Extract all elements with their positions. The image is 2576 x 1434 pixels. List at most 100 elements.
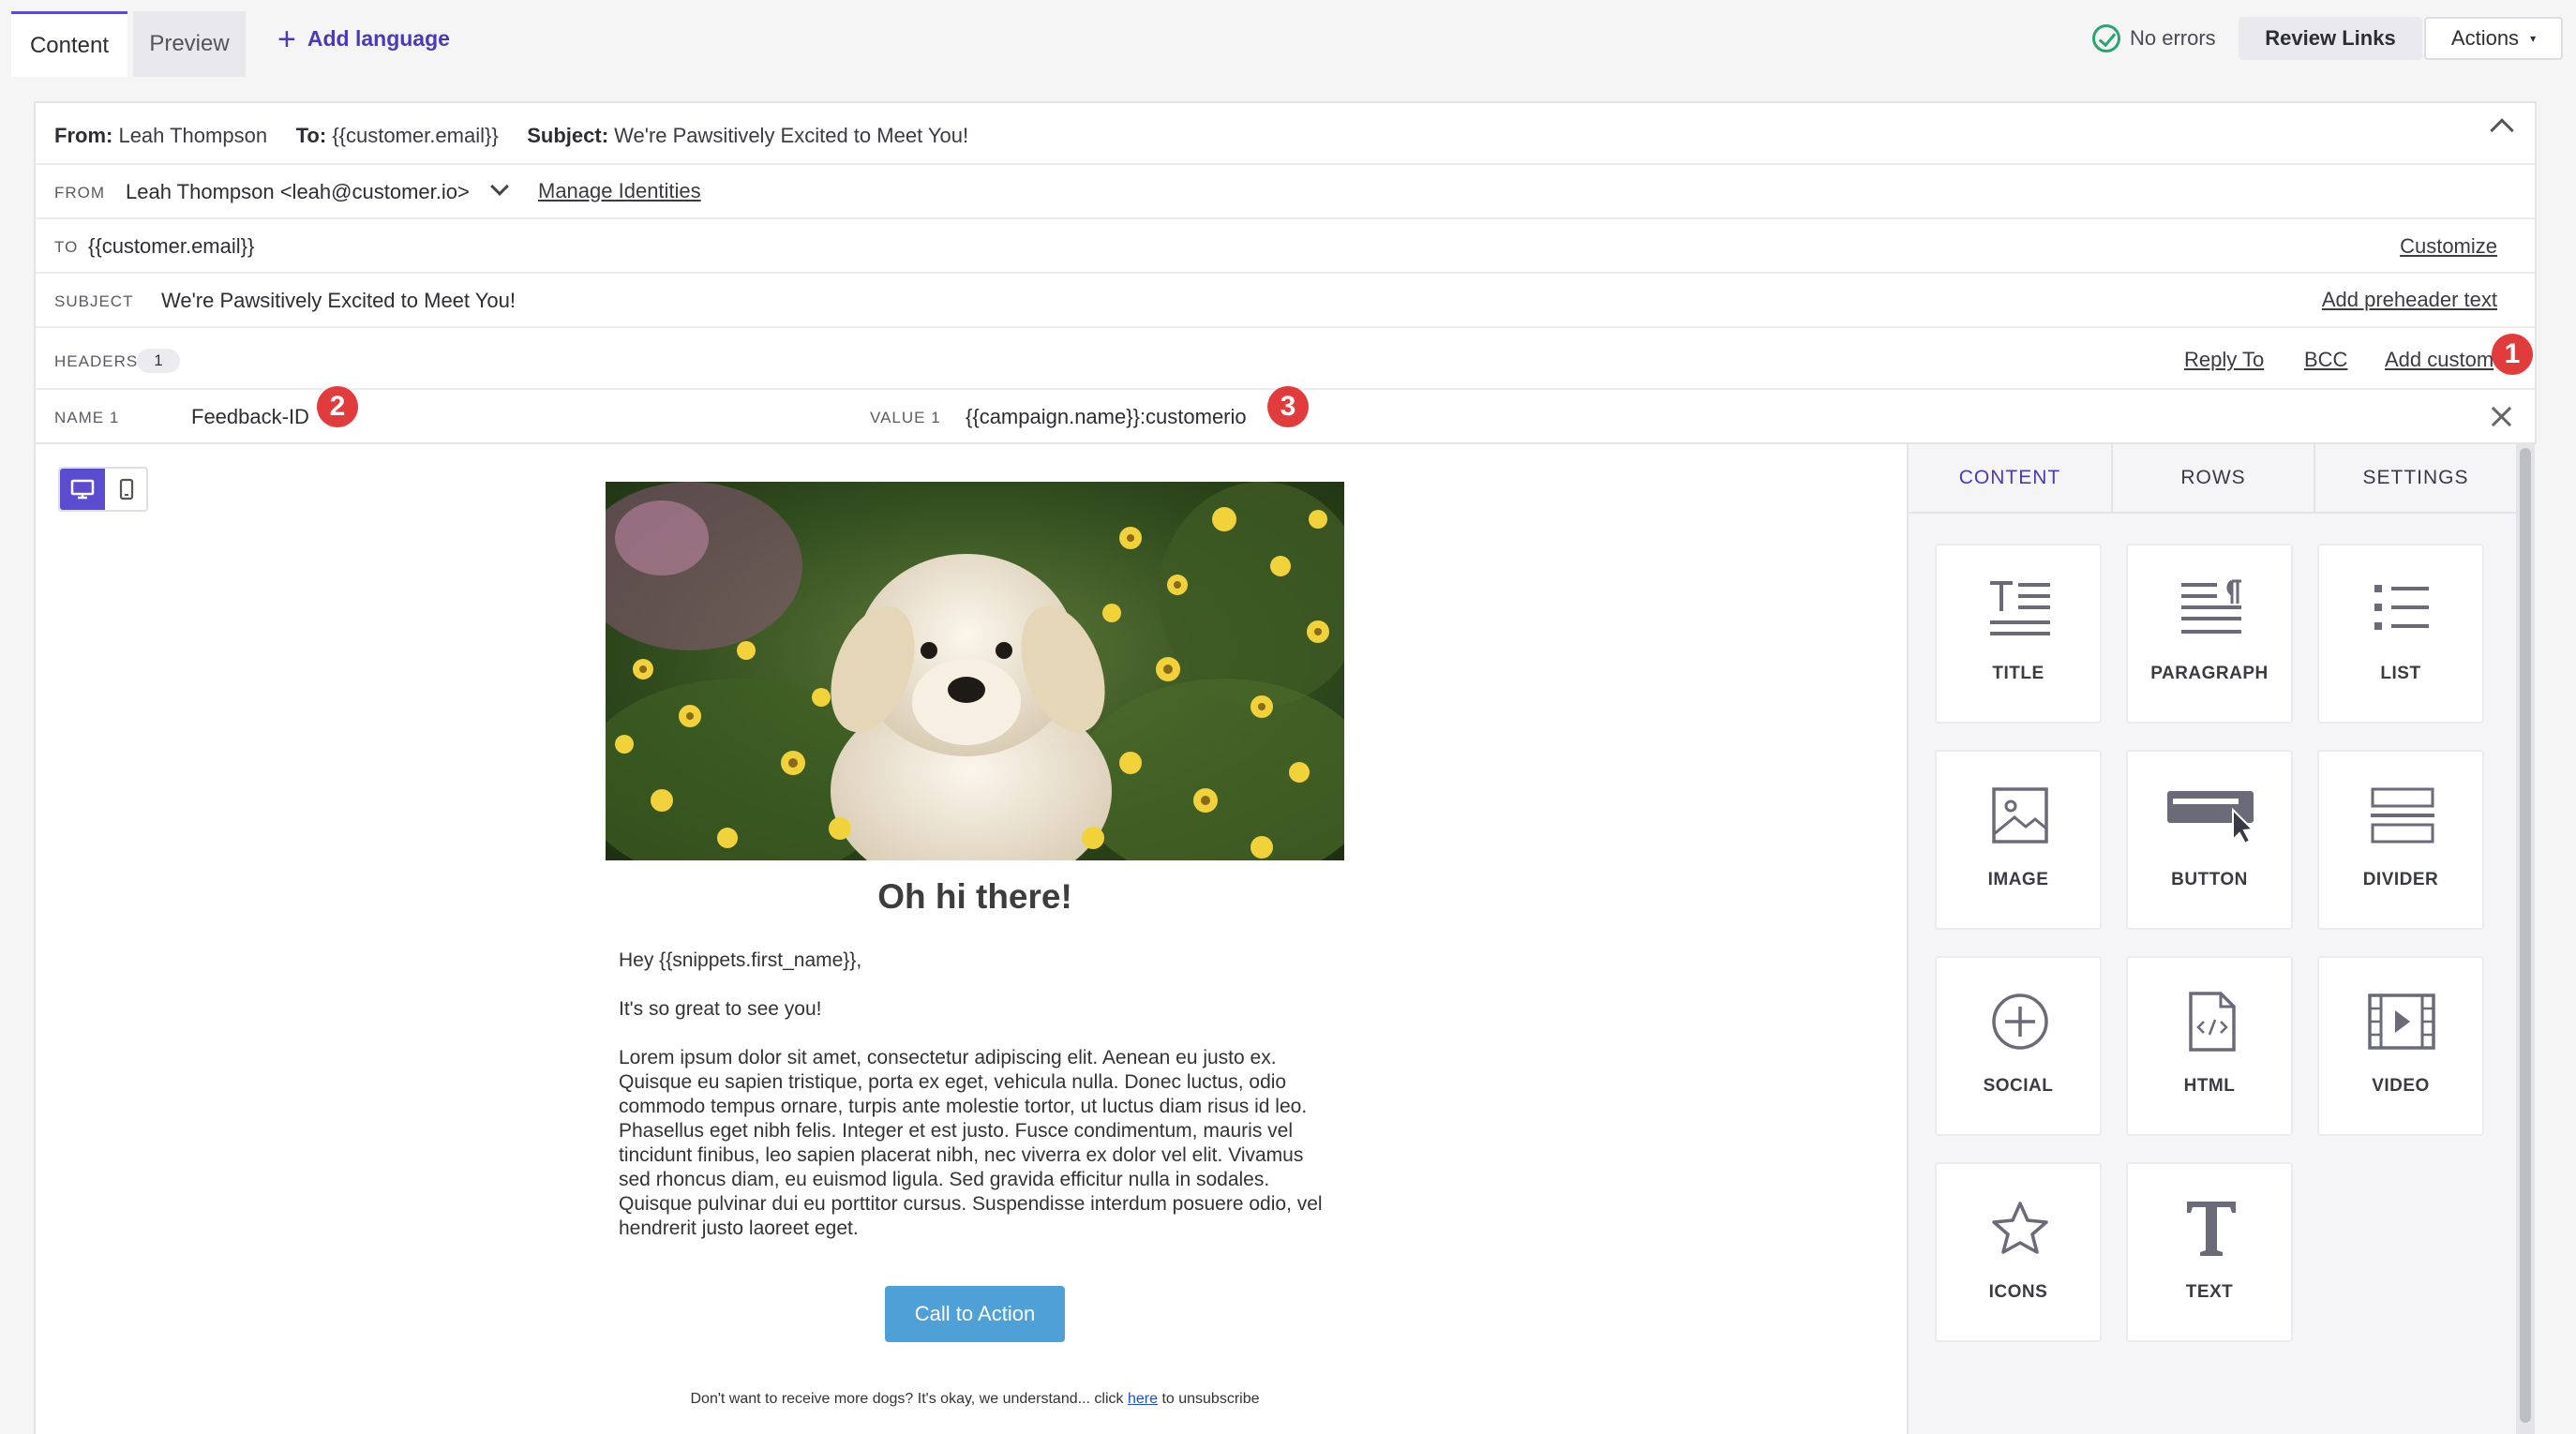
editor-canvas: Oh hi there! Hey {{snippets.first_name}}…: [34, 444, 1907, 1434]
social-block-icon: [1992, 993, 2048, 1050]
customize-link[interactable]: Customize: [2400, 234, 2497, 259]
block-title[interactable]: TITLE: [1935, 544, 2102, 724]
block-video[interactable]: VIDEO: [2317, 956, 2484, 1136]
summary-from-value: Leah Thompson: [118, 124, 268, 147]
title-block-icon: [1990, 581, 2050, 635]
headers-row: HEADERS 1 Reply To BCC Add custom 1: [36, 328, 2535, 390]
close-icon[interactable]: [2490, 405, 2512, 427]
blocks-panel: CONTENT ROWS SETTINGS TITLE PARAGRAPH LI…: [1907, 444, 2535, 1434]
block-text[interactable]: TEXT: [2126, 1162, 2293, 1342]
review-links-button[interactable]: Review Links: [2239, 17, 2422, 60]
annotation-marker-3: 3: [1267, 386, 1309, 427]
footer-text-after: to unsubscribe: [1158, 1391, 1260, 1407]
divider-block-icon: [2371, 787, 2434, 844]
from-label: FROM: [54, 184, 106, 202]
paragraph-block-icon: [2181, 579, 2241, 634]
summary-text: From: Leah Thompson To: {{customer.email…: [54, 124, 968, 148]
from-row: FROM Leah Thompson <leah@customer.io> Ma…: [36, 165, 2535, 219]
header-name-field[interactable]: Feedback-ID: [191, 405, 309, 429]
list-block-icon: [2374, 585, 2429, 630]
footer-text-before: Don't want to receive more dogs? It's ok…: [690, 1391, 1128, 1407]
email-heading[interactable]: Oh hi there!: [606, 877, 1344, 917]
chevron-down-icon[interactable]: [490, 177, 509, 196]
hero-image[interactable]: [606, 482, 1344, 860]
annotation-marker-1: 1: [2492, 334, 2533, 375]
header-value-field[interactable]: {{campaign.name}}:customerio: [966, 405, 1247, 429]
block-image-label: IMAGE: [1987, 870, 2049, 889]
to-row: TO {{customer.email}} Customize: [36, 219, 2535, 274]
to-field[interactable]: {{customer.email}}: [88, 234, 254, 259]
subject-field[interactable]: We're Pawsitively Excited to Meet You!: [161, 289, 516, 313]
block-html[interactable]: HTML: [2126, 956, 2293, 1136]
html-block-icon: [2189, 992, 2236, 1052]
desktop-icon[interactable]: [60, 469, 105, 510]
block-paragraph-label: PARAGRAPH: [2150, 664, 2269, 683]
block-list[interactable]: LIST: [2317, 544, 2484, 724]
email-greeting[interactable]: Hey {{snippets.first_name}},: [606, 949, 1344, 973]
block-image[interactable]: IMAGE: [1935, 750, 2102, 930]
block-list-label: LIST: [2380, 664, 2421, 683]
panel-tab-content[interactable]: CONTENT: [1909, 444, 2111, 512]
chevron-up-icon[interactable]: [2490, 118, 2514, 142]
subject-label: SUBJECT: [54, 292, 134, 310]
annotation-marker-2: 2: [317, 386, 358, 427]
block-title-label: TITLE: [1992, 664, 2044, 683]
add-preheader-link[interactable]: Add preheader text: [2322, 288, 2497, 312]
actions-dropdown[interactable]: Actions ▾: [2424, 17, 2563, 60]
panel-scrollbar-thumb[interactable]: [2520, 448, 2531, 1423]
tab-preview[interactable]: Preview: [133, 11, 246, 77]
panel-tabs: CONTENT ROWS SETTINGS: [1909, 444, 2516, 514]
unsubscribe-link[interactable]: here: [1128, 1391, 1158, 1407]
block-button-label: BUTTON: [2171, 870, 2248, 889]
add-custom-link[interactable]: Add custom: [2385, 348, 2494, 372]
email-body[interactable]: Lorem ipsum dolor sit amet, consectetur …: [606, 1046, 1344, 1241]
to-label: TO: [54, 238, 79, 256]
button-block-icon: [2167, 791, 2255, 845]
summary-subject-label: Subject:: [527, 124, 609, 147]
name-label: NAME 1: [54, 409, 120, 426]
no-errors-label: No errors: [2130, 26, 2216, 50]
validation-status: No errors: [2092, 24, 2216, 52]
block-icons-label: ICONS: [1988, 1282, 2048, 1302]
check-circle-icon: [2092, 24, 2120, 52]
email-preview: Oh hi there! Hey {{snippets.first_name}}…: [606, 482, 1344, 1408]
plus-icon: +: [277, 21, 296, 57]
block-paragraph[interactable]: PARAGRAPH: [2126, 544, 2293, 724]
panel-tab-rows[interactable]: ROWS: [2111, 444, 2314, 512]
bcc-link[interactable]: BCC: [2304, 348, 2347, 372]
block-social[interactable]: SOCIAL: [1935, 956, 2102, 1136]
device-toggle: [58, 467, 148, 512]
image-block-icon: [1992, 787, 2048, 844]
block-text-label: TEXT: [2185, 1282, 2234, 1302]
custom-header-row: NAME 1 Feedback-ID 2 VALUE 1 {{campaign.…: [36, 386, 2535, 444]
header-summary[interactable]: From: Leah Thompson To: {{customer.email…: [36, 103, 2535, 165]
block-social-label: SOCIAL: [1983, 1076, 2054, 1096]
from-select[interactable]: Leah Thompson <leah@customer.io>: [126, 180, 470, 204]
call-to-action-button[interactable]: Call to Action: [885, 1286, 1065, 1342]
block-divider[interactable]: DIVIDER: [2317, 750, 2484, 930]
video-block-icon: [2368, 993, 2435, 1050]
subject-row: SUBJECT We're Pawsitively Excited to Mee…: [36, 274, 2535, 328]
block-button[interactable]: BUTTON: [2126, 750, 2293, 930]
reply-to-link[interactable]: Reply To: [2184, 348, 2264, 372]
panel-tab-settings[interactable]: SETTINGS: [2314, 444, 2516, 512]
headers-label: HEADERS: [54, 352, 139, 370]
block-icons[interactable]: ICONS: [1935, 1162, 2102, 1342]
caret-down-icon: ▾: [2530, 32, 2537, 45]
headers-count-badge: 1: [137, 349, 180, 373]
add-language-label: Add language: [307, 26, 450, 51]
block-video-label: VIDEO: [2372, 1076, 2430, 1096]
manage-identities-link[interactable]: Manage Identities: [538, 179, 701, 203]
mobile-icon[interactable]: [105, 469, 148, 510]
email-intro[interactable]: It's so great to see you!: [606, 997, 1344, 1022]
email-footer: Don't want to receive more dogs? It's ok…: [606, 1391, 1344, 1408]
panel-scrollbar[interactable]: [2516, 444, 2535, 1434]
summary-from-label: From:: [54, 124, 113, 147]
tab-content[interactable]: Content: [11, 11, 127, 77]
star-icon: [1992, 1202, 2048, 1254]
top-bar: Content Preview + Add language No errors…: [0, 0, 2576, 77]
value-label: VALUE 1: [870, 409, 941, 426]
add-language-button[interactable]: + Add language: [277, 21, 450, 57]
summary-to-value: {{customer.email}}: [332, 124, 499, 147]
summary-to-label: To:: [295, 124, 327, 147]
